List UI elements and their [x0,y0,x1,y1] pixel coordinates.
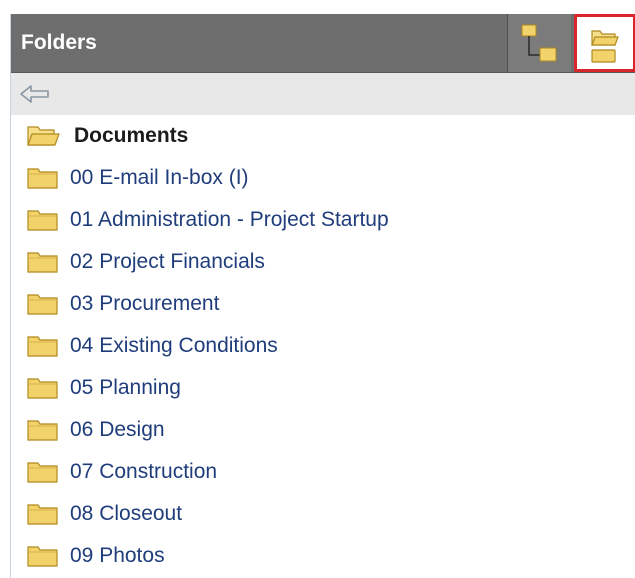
back-arrow-icon [20,85,49,103]
folder-label: 02 Project Financials [70,250,265,273]
folder-label: 09 Photos [70,544,165,567]
folder-view-icon [591,30,619,63]
folder-item[interactable]: 00 E-mail In-box (I) [11,157,635,199]
folder-item[interactable]: 04 Existing Conditions [11,325,635,367]
root-folder-label: Documents [74,124,189,147]
folder-icon [27,462,58,483]
folder-item[interactable]: 07 Construction [11,451,635,493]
folder-label: 05 Planning [70,376,181,399]
folder-label: 03 Procurement [70,292,220,315]
open-folder-icon [27,126,60,146]
pane-header: Folders [11,14,635,73]
folder-icon [27,378,58,399]
folder-icon [27,504,58,525]
folder-icon [27,546,58,567]
folder-item[interactable]: 06 Design [11,409,635,451]
navigation-toolbar [11,73,635,115]
folder-icon [27,168,58,189]
folder-item[interactable]: 05 Planning [11,367,635,409]
folders-pane: Folders Documents 00 E-mail In-box (I) 0… [10,14,635,578]
tree-view-button[interactable] [507,14,571,72]
folder-item[interactable]: 02 Project Financials [11,241,635,283]
folder-label: 06 Design [70,418,165,441]
folder-view-button[interactable] [574,14,635,72]
folder-label: 07 Construction [70,460,218,483]
folder-label: 08 Closeout [70,502,183,525]
folder-icon [27,252,58,273]
folder-item[interactable]: 01 Administration - Project Startup [11,199,635,241]
tree-view-icon [521,24,557,62]
folder-item[interactable]: 09 Photos [11,535,635,577]
folder-icon [27,420,58,441]
folder-icon [27,210,58,231]
back-button[interactable] [19,83,51,105]
folder-label: 00 E-mail In-box (I) [70,166,249,189]
folder-label: 01 Administration - Project Startup [70,208,389,231]
pane-title: Folders [21,31,97,54]
root-folder-documents[interactable]: Documents [11,115,635,157]
folder-label: 04 Existing Conditions [70,334,278,357]
folder-item[interactable]: 03 Procurement [11,283,635,325]
folder-item[interactable]: 08 Closeout [11,493,635,535]
folder-icon [27,336,58,357]
folder-icon [27,294,58,315]
